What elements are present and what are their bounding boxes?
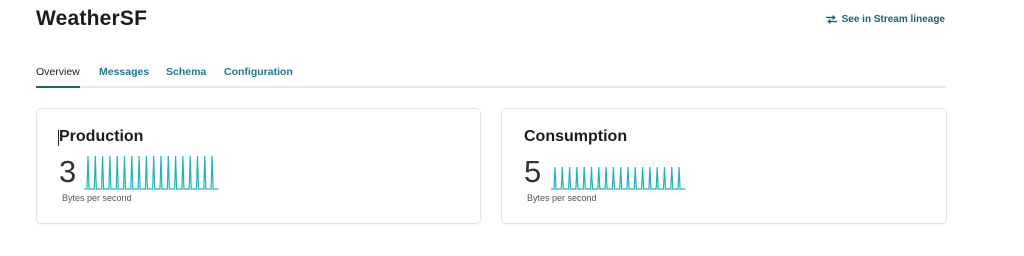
production-card: Production 3 Bytes per second bbox=[36, 108, 481, 224]
production-sparkline bbox=[84, 155, 219, 190]
production-title: Production bbox=[59, 128, 144, 145]
tab-overview[interactable]: Overview bbox=[36, 66, 80, 78]
tab-schema[interactable]: Schema bbox=[166, 66, 206, 78]
consumption-card: Consumption 5 Bytes per second bbox=[501, 108, 947, 224]
production-value: 3 bbox=[59, 154, 77, 189]
consumption-unit: Bytes per second bbox=[527, 193, 597, 203]
consumption-title: Consumption bbox=[524, 128, 628, 145]
tab-messages[interactable]: Messages bbox=[99, 66, 149, 78]
see-in-stream-lineage-link[interactable]: See in Stream lineage bbox=[825, 14, 945, 25]
sparkline-path bbox=[84, 155, 219, 190]
consumption-sparkline bbox=[551, 166, 686, 190]
production-unit: Bytes per second bbox=[62, 193, 132, 203]
sparkline-path bbox=[551, 166, 686, 190]
tab-bar: Overview Messages Schema Configuration bbox=[36, 64, 946, 88]
page-title: WeatherSF bbox=[36, 7, 148, 30]
consumption-value: 5 bbox=[524, 154, 542, 189]
active-tab-indicator bbox=[36, 86, 80, 88]
tab-configuration[interactable]: Configuration bbox=[224, 66, 293, 78]
lineage-icon bbox=[825, 15, 837, 24]
page: WeatherSF See in Stream lineage Overview… bbox=[0, 0, 1024, 256]
lineage-link-label: See in Stream lineage bbox=[841, 14, 945, 25]
